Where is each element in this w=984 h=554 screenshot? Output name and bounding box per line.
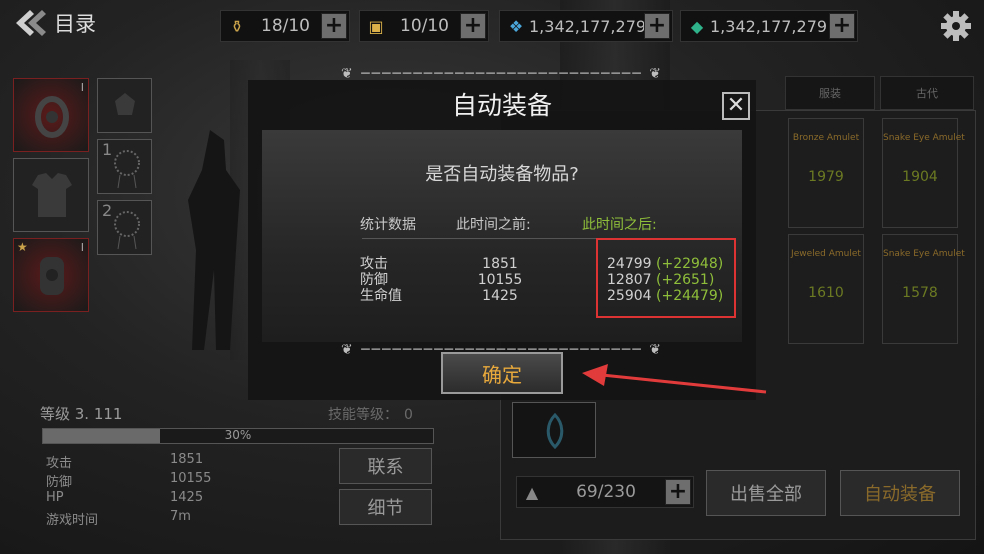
equip-slot-amulet[interactable]: I — [13, 78, 89, 152]
capacity-value: 69/230 — [576, 482, 636, 502]
inventory-item[interactable]: Snake Eye Amulet 1904 — [882, 118, 965, 228]
experience-bar: 30% — [42, 428, 434, 444]
sell-all-button[interactable]: 出售全部 — [706, 470, 826, 516]
armor-icon — [32, 173, 72, 217]
link-button[interactable]: 联系 — [339, 448, 432, 484]
stat-value: 1851 — [170, 452, 204, 467]
slot-badge: I — [80, 241, 84, 254]
close-icon: ✕ — [726, 93, 746, 118]
confirm-button[interactable]: 确定 — [441, 352, 563, 394]
row-before: 10155 — [477, 272, 523, 288]
slot-badge: I — [80, 81, 84, 94]
inventory-item[interactable] — [512, 402, 596, 458]
inventory-item[interactable]: Jeweled Amulet 1610 — [788, 234, 864, 344]
auto-equip-button[interactable]: 自动装备 — [840, 470, 960, 516]
item-power: 1578 — [902, 285, 938, 301]
row-before: 1425 — [482, 288, 518, 304]
expand-bag-button[interactable]: + — [665, 479, 691, 505]
item-name: Jeweled Amulet — [791, 249, 861, 259]
charm-slot-1[interactable]: 1 — [97, 139, 152, 194]
paw-icon — [115, 93, 135, 115]
stat-value: 7m — [170, 509, 191, 524]
tab-ancient[interactable]: 古代 — [880, 76, 974, 110]
close-button[interactable]: ✕ — [722, 92, 750, 120]
item-power: 1610 — [808, 285, 844, 301]
pendant-icon — [546, 413, 564, 449]
resource-potion: ⚱ 18/10 + — [220, 10, 350, 42]
resource-value: 1,342,177,279 — [529, 16, 644, 36]
crystal-icon: ❖ — [508, 16, 524, 36]
resource-value: 10/10 — [400, 16, 449, 36]
dialog-title: 自动装备 — [451, 91, 552, 120]
inventory-item[interactable]: Bronze Amulet 1979 — [788, 118, 864, 228]
column-before-header: 此时间之前: — [456, 217, 531, 233]
bag-icon: ▲ — [525, 482, 539, 502]
accessory-slot[interactable] — [97, 78, 152, 133]
resource-gem: ◆ 1,342,177,279 + — [680, 10, 858, 42]
item-name: Snake Eye Amulet — [883, 133, 965, 143]
dialog-question: 是否自动装备物品? — [425, 164, 579, 185]
column-after-header: 此时间之后: — [582, 217, 657, 233]
stat-label: 防御 — [46, 475, 73, 490]
dialog-ornament-top: ❦ ─────────────────────────── ❦ — [341, 66, 663, 82]
pointer-arrow — [582, 364, 767, 394]
back-label: 目录 — [54, 12, 96, 36]
bag-capacity: ▲ 69/230 + — [516, 476, 694, 508]
resource-value: 1,342,177,279 — [710, 16, 828, 36]
resource-ticket: ▣ 10/10 + — [359, 10, 489, 42]
add-ticket-button[interactable]: + — [460, 13, 486, 39]
stat-value: 10155 — [170, 471, 212, 486]
item-name: Bronze Amulet — [792, 133, 860, 143]
settings-button[interactable] — [940, 10, 972, 42]
item-power: 1979 — [808, 169, 844, 185]
detail-button[interactable]: 细节 — [339, 489, 432, 525]
back-arrow-icon — [16, 10, 46, 36]
column-stat-header: 统计数据 — [360, 217, 416, 233]
character-figure — [188, 130, 240, 350]
skill-label: 技能等级： 0 — [328, 407, 413, 423]
highlight-box — [596, 238, 736, 318]
charm-slot-2[interactable]: 2 — [97, 200, 152, 255]
equip-slot-ring[interactable]: ★ I — [13, 238, 89, 312]
stat-label: 攻击 — [46, 456, 73, 471]
level-label: 等级 3. 111 — [40, 405, 123, 423]
ticket-icon: ▣ — [368, 16, 384, 36]
row-label: 生命值 — [360, 288, 402, 304]
add-potion-button[interactable]: + — [321, 13, 347, 39]
gear-icon — [941, 11, 971, 41]
row-label: 防御 — [360, 272, 388, 288]
equip-slot-armor[interactable] — [13, 158, 89, 232]
row-label: 攻击 — [360, 256, 388, 272]
item-name: Snake Eye Amulet — [883, 249, 965, 259]
stat-label: 游戏时间 — [46, 513, 99, 528]
stat-label: HP — [46, 490, 64, 505]
resource-crystal: ❖ 1,342,177,279 + — [499, 10, 673, 42]
dreamcatcher-icon — [114, 150, 140, 189]
dreamcatcher-icon — [114, 211, 140, 250]
experience-percent: 30% — [224, 428, 252, 442]
item-power: 1904 — [902, 169, 938, 185]
add-crystal-button[interactable]: + — [644, 13, 670, 39]
star-icon: ★ — [17, 240, 28, 254]
row-before: 1851 — [482, 256, 518, 272]
tab-clothing[interactable]: 服装 — [785, 76, 875, 110]
gem-icon: ◆ — [690, 16, 704, 36]
resource-value: 18/10 — [261, 16, 310, 36]
ring-icon — [40, 257, 64, 295]
back-button[interactable]: 目录 — [14, 6, 114, 40]
inventory-item[interactable]: Snake Eye Amulet 1578 — [882, 234, 965, 344]
stat-before-values: 1851 10155 1425 — [467, 256, 533, 304]
stat-value: 1425 — [170, 490, 204, 505]
stat-labels: 攻击 防御 生命值 — [360, 256, 402, 304]
potion-icon: ⚱ — [230, 16, 244, 36]
add-gem-button[interactable]: + — [829, 13, 855, 39]
amulet-icon — [35, 96, 69, 138]
